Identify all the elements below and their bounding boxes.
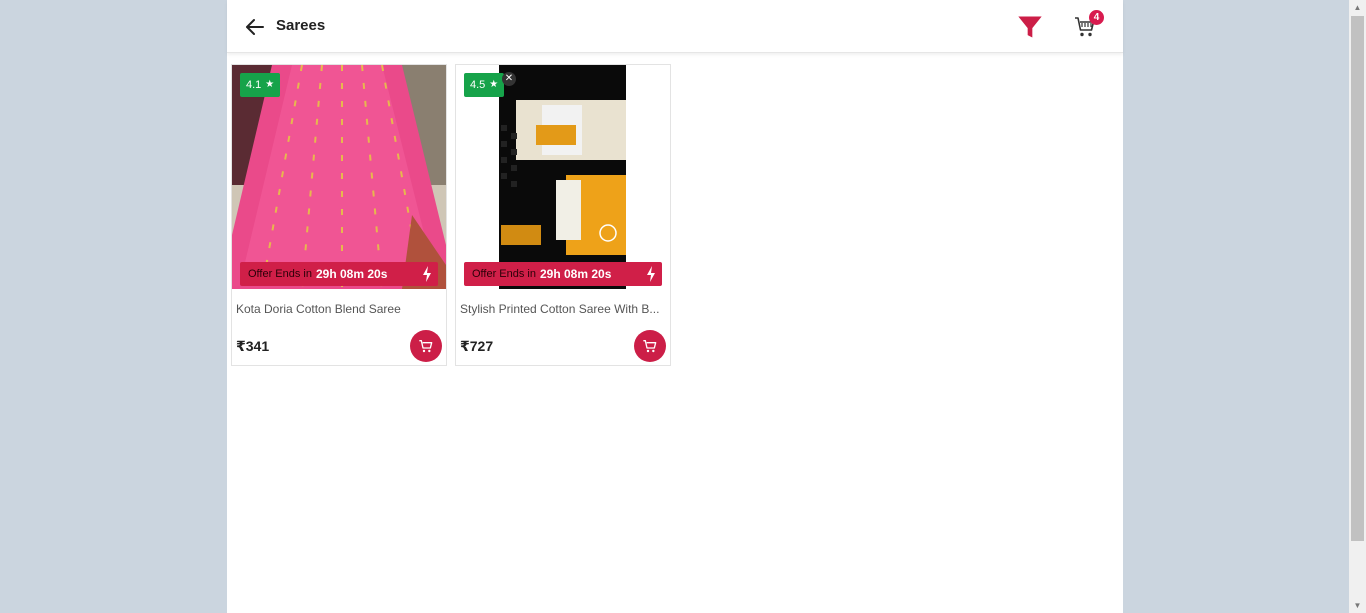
- scroll-up-arrow-icon[interactable]: ▲: [1353, 3, 1362, 12]
- app-container: Sarees 4 4.1 ★ Offer Ends in 29h 08m 20s…: [227, 0, 1123, 613]
- rating-badge: 4.1 ★: [240, 73, 281, 97]
- saree-image-pink: [232, 65, 446, 289]
- product-price: ₹727: [460, 338, 494, 354]
- product-title[interactable]: Stylish Printed Cotton Saree With B...: [460, 302, 668, 316]
- product-card[interactable]: 4.1 ★ Offer Ends in 29h 08m 20s Kota Dor…: [231, 64, 447, 366]
- offer-countdown: 29h 08m 20s: [540, 267, 612, 281]
- saree-image-printed: [456, 65, 670, 289]
- offer-timer-bar: Offer Ends in 29h 08m 20s: [464, 262, 662, 286]
- offer-timer-bar: Offer Ends in 29h 08m 20s: [240, 262, 438, 286]
- cart-icon: [419, 340, 433, 353]
- rating-value: 4.5: [470, 79, 486, 91]
- vertical-scrollbar[interactable]: ▲ ▼: [1349, 0, 1366, 613]
- add-to-cart-button[interactable]: [410, 330, 442, 362]
- page-title: Sarees: [276, 17, 326, 34]
- lightning-icon: [647, 266, 655, 282]
- lightning-icon: [423, 266, 431, 282]
- product-image[interactable]: 4.1 ★ Offer Ends in 29h 08m 20s: [232, 65, 446, 289]
- star-icon: ★: [265, 79, 275, 90]
- cart-icon: [643, 340, 657, 353]
- rating-badge: 4.5 ★: [464, 73, 505, 97]
- scrollbar-thumb[interactable]: [1351, 16, 1364, 541]
- filter-icon[interactable]: [1016, 13, 1044, 41]
- offer-label: Offer Ends in: [248, 268, 312, 280]
- back-arrow-icon[interactable]: [243, 15, 267, 39]
- star-icon: ★: [489, 79, 499, 90]
- offer-label: Offer Ends in: [472, 268, 536, 280]
- add-to-cart-button[interactable]: [634, 330, 666, 362]
- close-icon[interactable]: ✕: [502, 72, 516, 86]
- rating-value: 4.1: [246, 79, 262, 91]
- product-card[interactable]: 4.5 ★ ✕ Offer Ends in 29h 08m 20s Stylis…: [455, 64, 671, 366]
- offer-countdown: 29h 08m 20s: [316, 267, 388, 281]
- product-price: ₹341: [236, 338, 270, 354]
- product-title[interactable]: Kota Doria Cotton Blend Saree: [236, 302, 444, 316]
- product-image[interactable]: 4.5 ★ ✕ Offer Ends in 29h 08m 20s: [456, 65, 670, 289]
- scroll-down-arrow-icon[interactable]: ▼: [1353, 601, 1362, 610]
- header-bar: Sarees 4: [227, 0, 1123, 53]
- cart-count-badge: 4: [1089, 10, 1104, 25]
